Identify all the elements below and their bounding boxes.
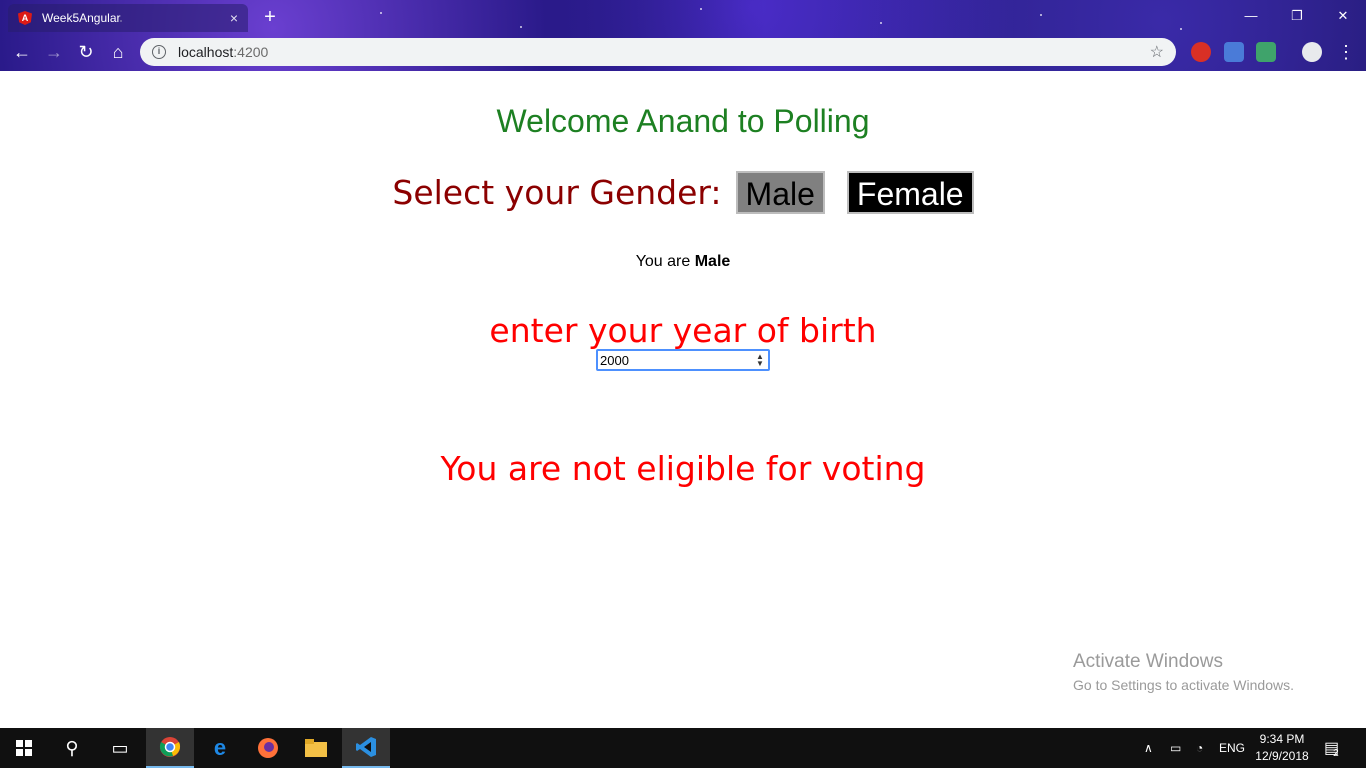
clock-time: 9:34 PM	[1259, 732, 1305, 746]
new-tab-button[interactable]: +	[258, 6, 282, 30]
menu-kebab-icon[interactable]: ⋮	[1334, 40, 1358, 64]
selected-gender-text: You are Male	[0, 253, 1366, 271]
close-window-button[interactable]: ✕	[1320, 4, 1366, 28]
task-view-icon[interactable]: ▭	[96, 728, 144, 768]
bg-star	[700, 8, 702, 10]
notification-count: 2	[1333, 747, 1339, 759]
bg-star	[1040, 14, 1042, 16]
show-hidden-icons[interactable]: ∧	[1144, 728, 1153, 768]
bg-star	[880, 22, 882, 24]
watermark-title: Activate Windows	[1073, 651, 1223, 672]
home-icon[interactable]: ⌂	[106, 40, 130, 64]
page-content: Welcome Anand to Polling Select your Gen…	[0, 71, 1366, 728]
restore-button[interactable]: ❐	[1274, 4, 1320, 28]
firefox-icon[interactable]	[244, 728, 292, 768]
wifi-icon[interactable]: ◔	[1196, 728, 1203, 768]
url-port: :4200	[233, 44, 269, 60]
bg-star	[1180, 28, 1182, 30]
number-spinner-icon[interactable]: ▲ ▼	[754, 353, 766, 368]
start-windows-icon[interactable]	[0, 728, 48, 768]
browser-tab[interactable]: A Week5Angular ×	[8, 4, 248, 32]
female-button[interactable]: Female	[846, 171, 974, 214]
bookmark-star-icon[interactable]: ☆	[1150, 42, 1164, 62]
welcome-heading: Welcome Anand to Polling	[496, 103, 870, 139]
extension-translate-icon[interactable]	[1224, 42, 1244, 62]
file-explorer-icon[interactable]	[292, 728, 340, 768]
browser-chrome: A Week5Angular × + — ❐ ✕ ← → ↻ ⌂ i local…	[0, 0, 1366, 71]
extension-mail-icon[interactable]	[1256, 42, 1276, 62]
edge-icon[interactable]: e	[196, 728, 244, 768]
battery-icon[interactable]: ▭	[1170, 728, 1181, 768]
eligibility-result: You are not eligible for voting	[440, 449, 926, 488]
chrome-taskbar-icon[interactable]	[146, 728, 194, 768]
back-icon[interactable]: ←	[10, 40, 34, 64]
notification-center-icon[interactable]: ▤ 2	[1324, 728, 1339, 768]
search-icon[interactable]: ⚲	[48, 728, 96, 768]
male-button[interactable]: Male	[735, 171, 825, 214]
address-bar[interactable]: i localhost:4200 ☆	[140, 38, 1176, 66]
profile-avatar-icon[interactable]	[1302, 42, 1322, 62]
close-tab-icon[interactable]: ×	[230, 10, 238, 26]
gender-label: Select your Gender:	[392, 173, 722, 212]
extension-adblock-icon[interactable]	[1191, 42, 1211, 62]
minimize-button[interactable]: —	[1228, 4, 1274, 28]
tab-title: Week5Angular	[42, 11, 121, 25]
angular-logo-icon: A	[18, 11, 32, 25]
activate-windows-watermark: Activate Windows Go to Settings to activ…	[1073, 651, 1294, 693]
bg-star	[380, 12, 382, 14]
bg-star	[520, 26, 522, 28]
forward-icon[interactable]: →	[42, 40, 66, 64]
reload-icon[interactable]: ↻	[74, 40, 98, 64]
selected-gender-value: Male	[694, 253, 731, 270]
birth-year-input[interactable]	[596, 349, 770, 371]
clock-date: 12/9/2018	[1255, 749, 1309, 763]
system-clock[interactable]: 9:34 PM 12/9/2018	[1248, 731, 1316, 765]
birth-year-label: enter your year of birth	[489, 311, 877, 350]
you-are-prefix: You are	[635, 253, 691, 270]
browser-toolbar: ← → ↻ ⌂ i localhost:4200 ☆ ⋮	[0, 34, 1366, 70]
url-host: localhost	[178, 44, 234, 60]
windows-taskbar: ⚲ ▭ e ∧ ▭ ◔ ENG 9:34 PM 12/9/2018 ▤ 2	[0, 728, 1366, 768]
site-info-icon[interactable]: i	[152, 45, 166, 59]
language-indicator[interactable]: ENG	[1219, 728, 1245, 768]
vscode-icon[interactable]	[342, 728, 390, 768]
gender-selector: Select your Gender: Male Female	[0, 171, 1366, 214]
watermark-subtitle: Go to Settings to activate Windows.	[1073, 677, 1294, 693]
